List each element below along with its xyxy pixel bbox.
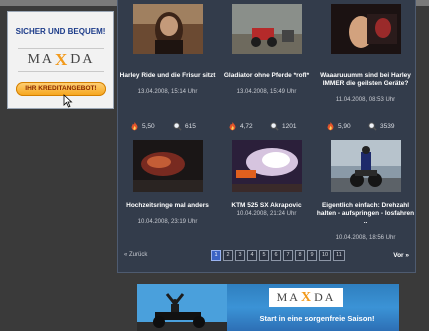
video-title[interactable]: Eigentlich einfach: Drehzahl halten - au… xyxy=(316,202,415,226)
page-3-button[interactable]: 3 xyxy=(235,250,245,261)
video-title[interactable]: Hochzeitsringe mal anders xyxy=(118,202,217,210)
page-1-button[interactable]: 1 xyxy=(211,250,221,261)
page-11-button[interactable]: 11 xyxy=(333,250,345,261)
page-4-button[interactable]: 4 xyxy=(247,250,257,261)
video-thumbnail[interactable] xyxy=(232,140,302,192)
video-date: 11.04.2008, 08:53 Uhr xyxy=(335,97,396,103)
bottom-advertisement-banner[interactable]: MA X DA Start in eine sorgenfreie Saison! xyxy=(137,284,399,331)
magnifier-views-icon xyxy=(270,122,279,131)
views-value: 3539 xyxy=(380,123,395,130)
left-advertisement[interactable]: SICHER UND BEQUEM! MA X DA IHR KREDITANGEB… xyxy=(7,11,114,109)
rating-value: 5,50 xyxy=(142,123,155,130)
logo-text-left: MA xyxy=(276,290,300,304)
video-thumbnail[interactable] xyxy=(232,4,302,54)
video-date: 13.04.2008, 15:49 Uhr xyxy=(236,89,297,95)
video-date: 10.04.2008, 18:56 Uhr xyxy=(335,235,396,241)
rating-stat: 4,72 xyxy=(228,122,253,131)
pagination: « Zurück 1 2 3 4 5 6 7 8 9 10 11 Vor » xyxy=(118,249,415,263)
maxda-logo: MA X DA xyxy=(18,48,104,72)
logo-x: X xyxy=(55,50,70,69)
video-thumbnail[interactable] xyxy=(331,4,401,54)
magnifier-views-icon xyxy=(173,122,182,131)
banner-slogan: Start in eine sorgenfreie Saison! xyxy=(259,314,375,323)
logo-x: X xyxy=(300,289,314,305)
views-value: 615 xyxy=(185,123,196,130)
video-title[interactable]: Gladiator ohne Pferde *rofl* xyxy=(217,72,316,80)
page-9-button[interactable]: 9 xyxy=(307,250,317,261)
views-value: 1201 xyxy=(282,123,297,130)
flame-rating-icon xyxy=(327,122,334,131)
rating-stat: 5,50 xyxy=(130,122,155,131)
video-date: 10.04.2008, 21:24 Uhr xyxy=(236,211,297,217)
page-6-button[interactable]: 6 xyxy=(271,250,281,261)
page-numbers: 1 2 3 4 5 6 7 8 9 10 11 xyxy=(211,250,345,261)
flame-rating-icon xyxy=(229,122,236,131)
video-thumbnail[interactable] xyxy=(133,4,203,54)
next-page-link[interactable]: Vor » xyxy=(393,252,409,259)
page-8-button[interactable]: 8 xyxy=(295,250,305,261)
previous-page-link[interactable]: « Zurück xyxy=(124,252,147,258)
video-title[interactable]: KTM 525 SX Akrapovic xyxy=(217,202,316,210)
video-title[interactable]: Harley Ride und die Frisur sitzt xyxy=(118,72,217,80)
rating-value: 4,72 xyxy=(240,123,253,130)
mouse-cursor-icon xyxy=(63,94,73,108)
flame-rating-icon xyxy=(131,122,138,131)
rider-celebrating-image xyxy=(137,284,227,331)
ad-headline: SICHER UND BEQUEM! xyxy=(15,27,106,36)
video-thumbnail[interactable] xyxy=(331,140,401,192)
views-stat: 1201 xyxy=(270,122,296,131)
rating-value: 5,90 xyxy=(338,123,351,130)
logo-text-left: MA xyxy=(27,52,55,67)
views-stat: 615 xyxy=(173,122,196,131)
video-title[interactable]: Waaaruuumm sind bei Harley IMMER die gei… xyxy=(316,72,415,88)
rating-stat: 5,90 xyxy=(326,122,351,131)
page-10-button[interactable]: 10 xyxy=(319,250,331,261)
views-stat: 3539 xyxy=(368,122,394,131)
magnifier-views-icon xyxy=(368,122,377,131)
page-7-button[interactable]: 7 xyxy=(283,250,293,261)
logo-text-right: DA xyxy=(314,290,336,304)
page-5-button[interactable]: 5 xyxy=(259,250,269,261)
video-date: 13.04.2008, 15:14 Uhr xyxy=(137,89,198,95)
page-2-button[interactable]: 2 xyxy=(223,250,233,261)
video-panel: Harley Ride und die Frisur sitzt 13.04.2… xyxy=(117,0,416,273)
maxda-logo: MA X DA xyxy=(269,288,343,307)
credit-offer-button[interactable]: IHR KREDITANGEBOT! xyxy=(16,82,106,96)
video-date: 10.04.2008, 23:19 Uhr xyxy=(137,219,198,225)
stats-row: 5,50 615 4,72 1201 5,90 3539 xyxy=(118,118,415,136)
logo-text-right: DA xyxy=(70,52,95,67)
video-thumbnail[interactable] xyxy=(133,140,203,192)
